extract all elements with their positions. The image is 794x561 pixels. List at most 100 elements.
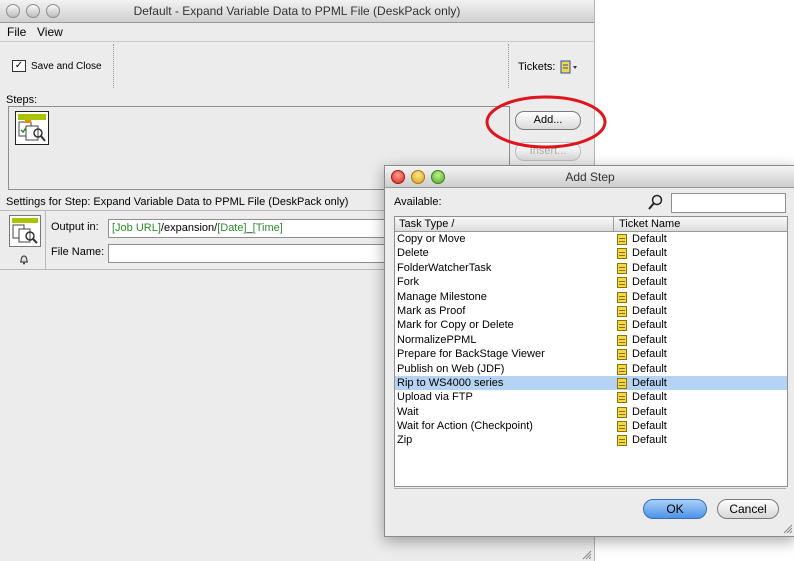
ticket-icon <box>617 262 627 274</box>
table-row[interactable]: Zip Default <box>395 433 787 447</box>
ticket-icon <box>617 349 627 361</box>
table-row[interactable]: Publish on Web (JDF) Default <box>395 362 787 376</box>
ticket-icon <box>617 277 627 289</box>
dialog-close-button[interactable] <box>391 169 405 184</box>
ticket-name-cell: Default <box>617 232 667 246</box>
ticket-name: Default <box>632 333 667 346</box>
close-window-button[interactable] <box>6 4 20 18</box>
main-titlebar: Default - Expand Variable Data to PPML F… <box>0 0 594 23</box>
task-type-cell: Upload via FTP <box>397 391 473 404</box>
ticket-icon <box>617 421 627 433</box>
tickets-menu[interactable]: Tickets: <box>518 60 579 74</box>
job-url-token: [Job URL] <box>112 222 161 234</box>
dialog-titlebar: Add Step <box>385 166 794 188</box>
ticket-icon <box>617 234 627 245</box>
ticket-name: Default <box>632 304 667 317</box>
task-type-cell: Mark as Proof <box>397 304 466 317</box>
save-and-close-label: Save and Close <box>31 60 102 72</box>
menu-file[interactable]: File <box>7 25 26 39</box>
settings-label: Settings for Step: Expand Variable Data … <box>6 196 349 208</box>
output-in-label: Output in: <box>51 221 99 233</box>
task-type-cell: Publish on Web (JDF) <box>397 362 505 375</box>
annotation-ellipse <box>485 95 607 149</box>
toolbar-separator <box>508 44 509 88</box>
minimize-window-button[interactable] <box>26 4 40 18</box>
table-row[interactable]: NormalizePPML Default <box>395 333 787 347</box>
menu-view[interactable]: View <box>37 25 63 39</box>
table-row[interactable]: Rip to WS4000 series Default <box>395 375 787 391</box>
ticket-name: Default <box>632 348 667 361</box>
resize-grip-icon[interactable] <box>580 548 592 560</box>
task-type-cell: Wait <box>397 405 419 418</box>
bell-icon[interactable] <box>18 253 30 265</box>
ticket-name-cell: Default <box>617 246 667 260</box>
ticket-name-cell: Default <box>617 275 667 289</box>
ticket-icon <box>617 435 627 447</box>
ticket-name-cell: Default <box>617 362 667 376</box>
ticket-name: Default <box>632 376 667 389</box>
ticket-name: Default <box>632 405 667 418</box>
step-settings-icon <box>9 215 41 247</box>
task-type-cell: NormalizePPML <box>397 333 477 346</box>
zoom-window-button[interactable] <box>46 4 60 18</box>
cancel-button[interactable]: Cancel <box>717 499 779 519</box>
task-type-cell: Mark for Copy or Delete <box>397 319 514 332</box>
ok-button[interactable]: OK <box>643 499 707 519</box>
ticket-dropdown-icon <box>560 60 577 74</box>
ticket-icon <box>617 334 627 346</box>
table-row[interactable]: Upload via FTP Default <box>395 390 787 404</box>
ticket-name-cell: Default <box>617 290 667 304</box>
task-type-cell: Fork <box>397 276 419 289</box>
toolbar: ✓ Save and Close Tickets: <box>0 42 594 90</box>
ticket-name: Default <box>632 420 667 433</box>
table-row[interactable]: Copy or Move Default <box>395 232 787 246</box>
table-row[interactable]: Wait Default <box>395 405 787 419</box>
save-and-close-button[interactable]: ✓ Save and Close <box>12 60 102 72</box>
ticket-name: Default <box>632 247 667 260</box>
file-name-label: File Name: <box>51 246 105 258</box>
available-label: Available: <box>394 196 442 208</box>
task-type-cell: Zip <box>397 434 413 447</box>
task-type-cell: Wait for Action (Checkpoint) <box>397 420 533 433</box>
ticket-name-cell: Default <box>617 304 667 318</box>
dialog-resize-grip-icon[interactable] <box>781 522 793 534</box>
expand-variable-data-step-icon[interactable] <box>15 111 49 145</box>
search-input[interactable] <box>671 193 786 213</box>
menu-bar: File View <box>0 23 594 42</box>
checkmark-icon: ✓ <box>12 60 26 72</box>
table-row[interactable]: FolderWatcherTask Default <box>395 261 787 275</box>
column-ticket-name[interactable]: Ticket Name <box>619 218 680 230</box>
dialog-zoom-button[interactable] <box>431 169 445 184</box>
ticket-name-cell: Default <box>617 376 667 390</box>
time-token: [Time] <box>252 222 283 234</box>
dialog-divider <box>394 488 786 489</box>
table-row[interactable]: Fork Default <box>395 275 787 289</box>
table-row[interactable]: Mark as Proof Default <box>395 304 787 318</box>
task-type-cell: FolderWatcherTask <box>397 261 492 274</box>
task-type-cell: Copy or Move <box>397 233 466 245</box>
toolbar-separator <box>113 44 114 88</box>
table-row[interactable]: Manage Milestone Default <box>395 290 787 304</box>
ticket-name: Default <box>632 434 667 447</box>
table-row[interactable]: Prepare for BackStage Viewer Default <box>395 347 787 361</box>
ticket-name-cell: Default <box>617 390 667 404</box>
column-divider <box>613 217 614 231</box>
ticket-icon <box>617 377 627 389</box>
ticket-name: Default <box>632 319 667 332</box>
table-row[interactable]: Delete Default <box>395 246 787 260</box>
column-task-type[interactable]: Task Type / <box>399 218 454 230</box>
date-token: [Date] <box>217 222 247 234</box>
ticket-name-cell: Default <box>617 433 667 447</box>
ticket-name-cell: Default <box>617 405 667 419</box>
ticket-icon <box>617 305 627 317</box>
ticket-icon <box>617 320 627 332</box>
ticket-icon <box>617 406 627 418</box>
dialog-minimize-button[interactable] <box>411 169 425 184</box>
table-row[interactable]: Mark for Copy or Delete Default <box>395 318 787 332</box>
path-text: /expansion/ <box>160 222 218 234</box>
task-type-cell: Rip to WS4000 series <box>397 376 504 389</box>
table-row[interactable]: Wait for Action (Checkpoint) Default <box>395 419 787 433</box>
task-type-cell: Manage Milestone <box>397 290 487 303</box>
ticket-icon <box>617 248 627 260</box>
ticket-name: Default <box>632 261 667 274</box>
